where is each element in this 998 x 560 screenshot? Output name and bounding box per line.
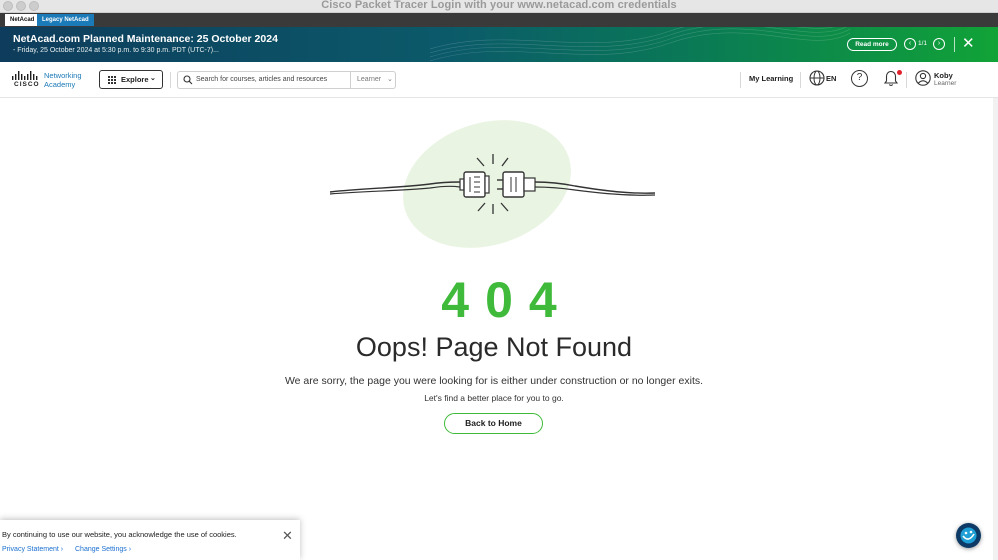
banner-next-button[interactable]: › — [933, 38, 945, 50]
search-input[interactable]: Search for courses, articles and resourc… — [177, 71, 351, 89]
tab-netacad[interactable]: NetAcad — [5, 14, 40, 26]
error-message: We are sorry, the page you were looking … — [284, 375, 704, 387]
privacy-statement-link[interactable]: Privacy Statement › — [2, 546, 63, 553]
banner-wave-decoration — [430, 27, 850, 62]
explore-label: Explore — [121, 75, 149, 84]
help-icon[interactable]: ? — [851, 70, 868, 87]
site-header: CISCO Networking Academy Explore ⌄ Searc… — [0, 62, 998, 98]
page: Cisco Packet Tracer Login with your www.… — [0, 0, 998, 560]
user-avatar-icon[interactable] — [915, 70, 931, 86]
chevron-down-icon: ⌄ — [387, 76, 393, 83]
chat-assistant-button[interactable] — [956, 523, 981, 548]
tab-legacy-netacad[interactable]: Legacy NetAcad — [37, 14, 94, 26]
grid-icon — [108, 76, 116, 84]
role-select[interactable]: Learner ⌄ — [350, 71, 396, 89]
cisco-bars-icon — [12, 71, 38, 80]
notifications-button[interactable] — [883, 70, 902, 87]
read-more-button[interactable]: Read more — [847, 38, 897, 51]
header-divider — [800, 72, 801, 88]
user-role: Learner — [934, 80, 957, 87]
banner-close-icon[interactable]: ✕ — [962, 36, 975, 51]
close-icon[interactable]: ✕ — [282, 529, 293, 542]
header-divider — [740, 72, 741, 88]
unplugged-cable-illustration — [329, 120, 656, 248]
explore-button[interactable]: Explore ⌄ — [99, 70, 163, 89]
banner-title: NetAcad.com Planned Maintenance: 25 Octo… — [13, 33, 278, 45]
change-settings-link[interactable]: Change Settings › — [75, 546, 131, 553]
search-placeholder: Search for courses, articles and resourc… — [196, 76, 328, 83]
user-name[interactable]: Koby — [934, 71, 953, 80]
window-title: Cisco Packet Tracer Login with your www.… — [321, 0, 677, 11]
cookie-message: By continuing to use our website, you ac… — [2, 530, 237, 539]
chat-icon — [960, 527, 977, 544]
networking-academy-logo[interactable]: CISCO Networking Academy — [12, 71, 92, 91]
banner-pager: 1/1 — [918, 40, 928, 47]
banner-subtitle: - Friday, 25 October 2024 at 5:30 p.m. t… — [13, 47, 219, 54]
cookie-notice: By continuing to use our website, you ac… — [0, 520, 300, 560]
error-sub-message: Let's find a better place for you to go. — [424, 393, 564, 403]
back-to-home-button[interactable]: Back to Home — [444, 413, 543, 434]
window-titlebar: Cisco Packet Tracer Login with your www.… — [0, 0, 998, 13]
page-scrollbar[interactable] — [993, 98, 998, 560]
banner-divider — [954, 37, 955, 52]
tab-strip: NetAcad Legacy NetAcad — [0, 13, 998, 27]
header-divider — [906, 72, 907, 88]
error-heading: Oops! Page Not Found — [355, 332, 633, 362]
cisco-wordmark: CISCO — [14, 81, 40, 88]
my-learning-link[interactable]: My Learning — [749, 74, 793, 83]
language-selector[interactable]: EN — [826, 74, 836, 83]
maintenance-banner: NetAcad.com Planned Maintenance: 25 Octo… — [0, 27, 998, 62]
error-code: 404 — [441, 272, 573, 328]
search-icon — [183, 75, 193, 85]
logo-networking-text: Networking — [44, 71, 82, 80]
globe-icon[interactable] — [809, 70, 825, 86]
logo-academy-text: Academy — [44, 80, 76, 89]
chevron-down-icon: ⌄ — [150, 75, 156, 82]
banner-prev-button[interactable]: ‹ — [904, 38, 916, 50]
header-divider — [170, 72, 171, 88]
role-select-value: Learner — [357, 76, 382, 83]
notification-dot — [897, 70, 902, 75]
